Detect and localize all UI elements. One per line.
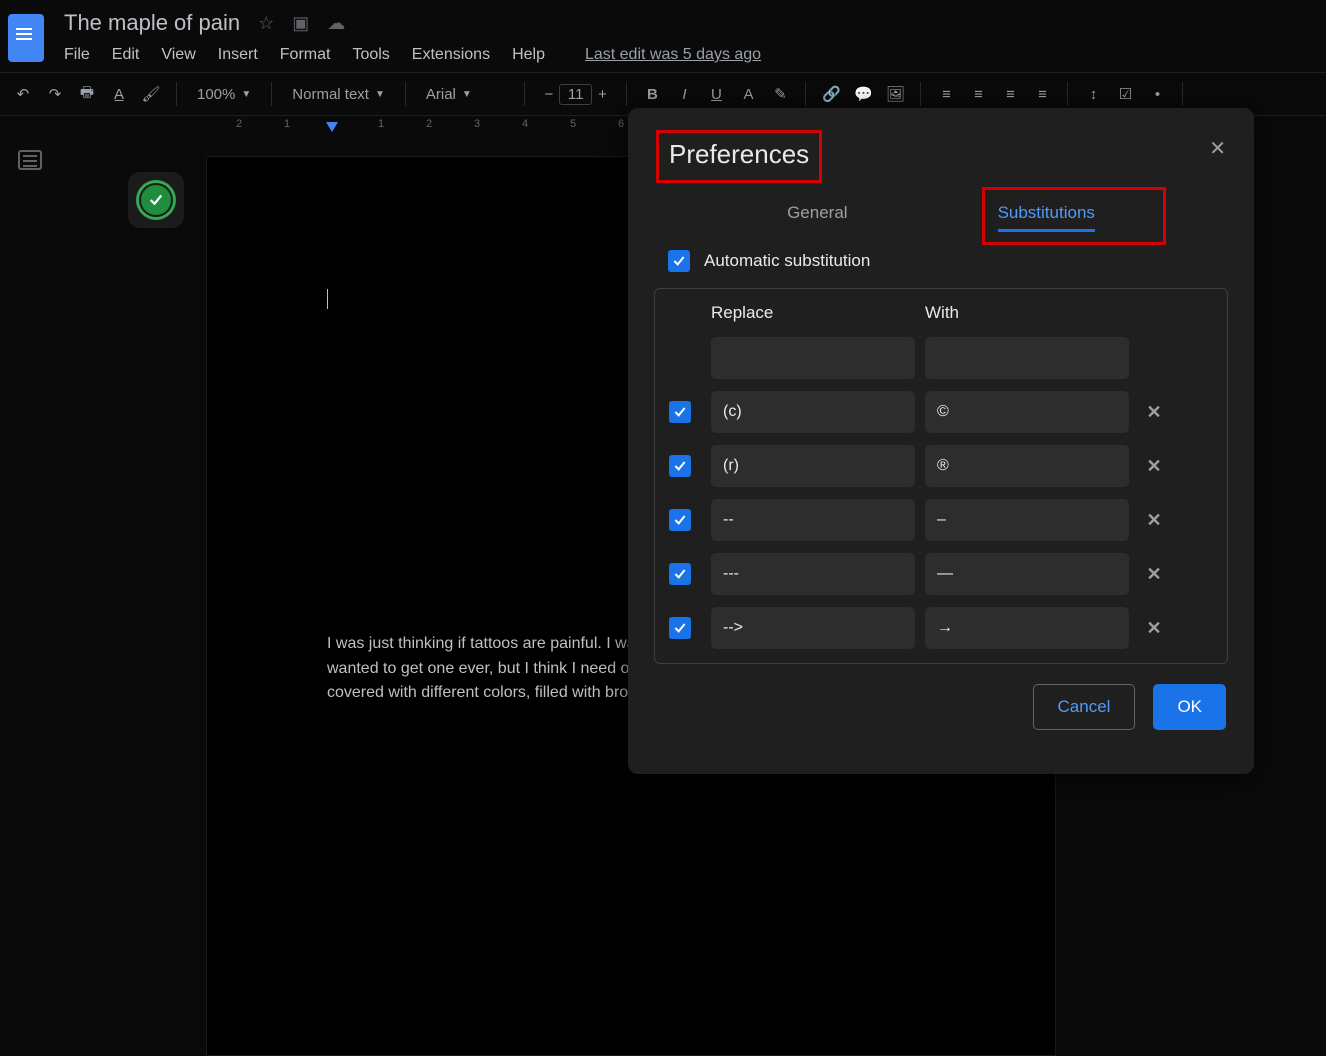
document-title[interactable]: The maple of pain: [64, 10, 240, 36]
star-icon[interactable]: ☆: [258, 13, 274, 34]
font-size-decrease[interactable]: −: [539, 86, 559, 103]
style-select[interactable]: Normal text▼: [286, 86, 391, 103]
row-checkbox[interactable]: [669, 509, 691, 531]
with-input-new[interactable]: [925, 337, 1129, 379]
delete-row-icon[interactable]: ✕: [1139, 402, 1169, 423]
docs-logo[interactable]: [8, 14, 44, 62]
col-with: With: [925, 303, 1129, 323]
undo-icon[interactable]: ↶: [12, 85, 34, 103]
text-cursor: [327, 289, 328, 309]
table-row: ✕: [669, 601, 1213, 655]
font-size-value[interactable]: 11: [559, 84, 593, 105]
with-input[interactable]: [925, 553, 1129, 595]
checkmark-icon: [139, 183, 173, 217]
checklist-icon[interactable]: ☑: [1114, 85, 1136, 103]
menu-view[interactable]: View: [161, 46, 195, 64]
bold-icon[interactable]: B: [641, 86, 663, 103]
delete-row-icon[interactable]: ✕: [1139, 618, 1169, 639]
with-input[interactable]: [925, 445, 1129, 487]
zoom-select[interactable]: 100%▼: [191, 86, 257, 103]
replace-input[interactable]: [711, 499, 915, 541]
italic-icon[interactable]: I: [673, 86, 695, 103]
delete-row-icon[interactable]: ✕: [1139, 564, 1169, 585]
bullet-list-icon[interactable]: •: [1146, 86, 1168, 103]
comment-icon[interactable]: 💬: [852, 85, 874, 103]
align-left-icon[interactable]: ≡: [935, 86, 957, 103]
move-icon[interactable]: ▣: [292, 13, 309, 34]
font-size-increase[interactable]: +: [592, 86, 612, 103]
cloud-icon[interactable]: ☁: [327, 13, 345, 34]
menu-edit[interactable]: Edit: [112, 46, 140, 64]
with-input[interactable]: [925, 607, 1129, 649]
spellcheck-icon[interactable]: A̲: [108, 86, 130, 103]
font-size-control[interactable]: − 11 +: [539, 84, 613, 105]
replace-input[interactable]: [711, 553, 915, 595]
text-color-icon[interactable]: A: [737, 86, 759, 103]
auto-substitution-checkbox[interactable]: [668, 250, 690, 272]
auto-substitution-label: Automatic substitution: [704, 251, 870, 271]
align-justify-icon[interactable]: ≡: [1031, 86, 1053, 103]
suggestion-check-badge[interactable]: [128, 172, 184, 228]
table-row: ✕: [669, 439, 1213, 493]
menu-file[interactable]: File: [64, 46, 90, 64]
col-replace: Replace: [711, 303, 915, 323]
redo-icon[interactable]: ↷: [44, 85, 66, 103]
replace-input[interactable]: [711, 607, 915, 649]
outline-icon[interactable]: [18, 150, 42, 170]
menu-insert[interactable]: Insert: [218, 46, 258, 64]
row-checkbox[interactable]: [669, 617, 691, 639]
replace-input-new[interactable]: [711, 337, 915, 379]
link-icon[interactable]: 🔗: [820, 85, 842, 103]
row-checkbox[interactable]: [669, 401, 691, 423]
table-row: ✕: [669, 493, 1213, 547]
last-edit-link[interactable]: Last edit was 5 days ago: [585, 46, 761, 64]
font-select[interactable]: Arial▼: [420, 86, 510, 103]
table-row: ✕: [669, 547, 1213, 601]
tab-substitutions[interactable]: Substitutions: [998, 203, 1095, 232]
menu-help[interactable]: Help: [512, 46, 545, 64]
close-icon[interactable]: ✕: [1209, 136, 1226, 161]
ok-button[interactable]: OK: [1153, 684, 1226, 730]
line-spacing-icon[interactable]: ↕: [1082, 86, 1104, 103]
row-checkbox[interactable]: [669, 563, 691, 585]
tab-general[interactable]: General: [787, 203, 847, 232]
menu-tools[interactable]: Tools: [352, 46, 389, 64]
replace-input[interactable]: [711, 445, 915, 487]
align-right-icon[interactable]: ≡: [999, 86, 1021, 103]
align-center-icon[interactable]: ≡: [967, 86, 989, 103]
with-input[interactable]: [925, 499, 1129, 541]
menu-extensions[interactable]: Extensions: [412, 46, 490, 64]
paint-format-icon[interactable]: 🖌: [140, 85, 162, 103]
delete-row-icon[interactable]: ✕: [1139, 510, 1169, 531]
image-icon[interactable]: 🖼: [884, 85, 906, 103]
underline-icon[interactable]: U: [705, 86, 727, 103]
table-row-new: [669, 331, 1213, 385]
with-input[interactable]: [925, 391, 1129, 433]
replace-input[interactable]: [711, 391, 915, 433]
delete-row-icon[interactable]: ✕: [1139, 456, 1169, 477]
preferences-dialog: Preferences ✕ General Substitutions Auto…: [628, 108, 1254, 774]
menu-format[interactable]: Format: [280, 46, 331, 64]
table-row: ✕: [669, 385, 1213, 439]
indent-marker[interactable]: [326, 122, 338, 132]
highlight-icon[interactable]: ✎: [769, 85, 791, 103]
dialog-title: Preferences: [669, 139, 809, 169]
print-icon[interactable]: 🖶: [76, 82, 98, 107]
row-checkbox[interactable]: [669, 455, 691, 477]
cancel-button[interactable]: Cancel: [1033, 684, 1136, 730]
